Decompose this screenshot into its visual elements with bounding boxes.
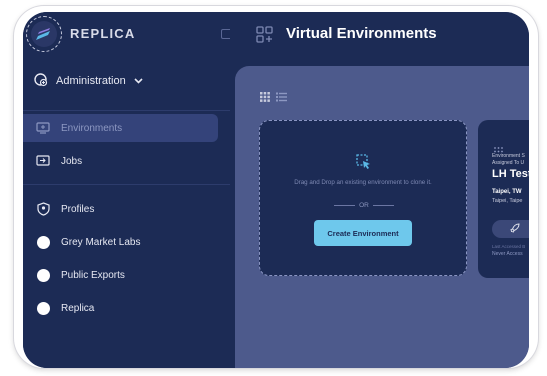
replica-logo-icon [31, 21, 57, 47]
admin-gear-icon [33, 72, 48, 90]
drop-zone[interactable]: Drag and Drop an existing environment to… [259, 120, 467, 276]
sidebar-item-label: Profiles [61, 203, 95, 215]
sidebar-item-label: Replica [61, 302, 95, 314]
page-title: Virtual Environments [286, 25, 437, 42]
drop-zone-text: Drag and Drop an existing environment to… [294, 179, 432, 186]
sidebar-item-jobs[interactable]: Jobs [23, 147, 218, 175]
sidebar-item-label: Grey Market Labs [61, 236, 141, 248]
dot-icon [36, 268, 50, 282]
sidebar-item-replica[interactable]: Replica [23, 294, 218, 322]
grid-view-icon[interactable] [260, 89, 270, 107]
jobs-icon [36, 154, 50, 168]
card-status-line: Environment S [492, 153, 525, 159]
environment-location-detail: Taipei, Taipe [492, 198, 523, 204]
create-environment-button[interactable]: Create Environment [314, 220, 412, 246]
chevron-down-icon [134, 75, 143, 87]
apps-grid-icon [256, 26, 273, 48]
drag-drop-icon [356, 154, 372, 175]
sidebar: REPLICA Administration Environments Jobs… [23, 12, 235, 368]
or-text: OR [359, 202, 369, 209]
brand-name: REPLICA [70, 26, 136, 41]
sidebar-item-label: Environments [61, 122, 123, 134]
environment-name: LH Test [492, 168, 529, 180]
sidebar-item-environments[interactable]: Environments [23, 114, 218, 142]
admin-label: Administration [56, 75, 126, 87]
environment-location: Taipei, TW [492, 189, 522, 195]
sidebar-item-public-exports[interactable]: Public Exports [23, 261, 218, 289]
top-bar: Virtual Environments [230, 12, 529, 58]
logo-badge[interactable] [26, 16, 62, 52]
last-accessed-label: Last Accessed B [492, 244, 526, 249]
dot-icon [36, 235, 50, 249]
dot-icon [36, 301, 50, 315]
sidebar-divider [23, 184, 230, 185]
card-assigned-line: Assigned To U [492, 160, 525, 166]
rocket-icon [510, 220, 520, 238]
environment-card[interactable]: Environment S Assigned To U LH Test Taip… [478, 120, 529, 278]
list-view-icon[interactable] [276, 89, 287, 107]
admin-dropdown[interactable]: Administration [33, 72, 143, 90]
sidebar-item-label: Jobs [61, 155, 83, 167]
sidebar-item-profiles[interactable]: Profiles [23, 195, 218, 223]
or-separator: OR [334, 202, 394, 209]
last-accessed-value: Never Access [492, 251, 523, 257]
sidebar-item-grey-market-labs[interactable]: Grey Market Labs [23, 228, 218, 256]
monitor-icon [36, 121, 50, 135]
app-window: REPLICA Administration Environments Jobs… [23, 12, 529, 368]
launch-button[interactable] [492, 220, 529, 238]
view-toggle [260, 89, 287, 107]
sidebar-divider [23, 110, 230, 111]
profile-shield-icon [36, 202, 50, 216]
sidebar-item-label: Public Exports [61, 269, 125, 281]
main-content: Drag and Drop an existing environment to… [235, 66, 529, 368]
